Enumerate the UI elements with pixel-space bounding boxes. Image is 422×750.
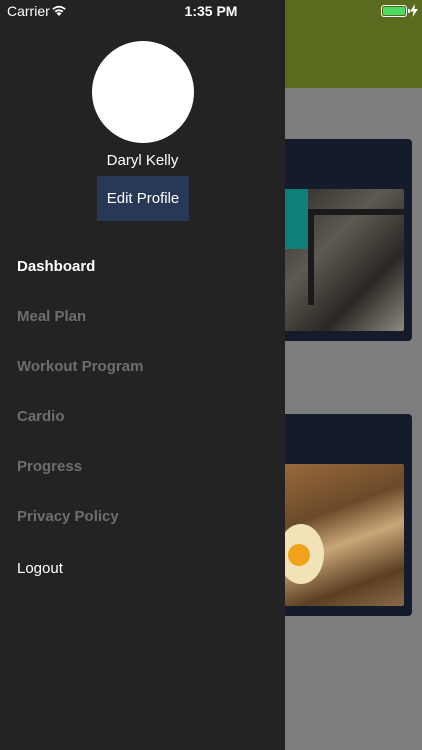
status-bar: Carrier 1:35 PM — [0, 0, 422, 22]
menu-item-progress[interactable]: Progress — [17, 458, 82, 475]
status-time: 1:35 PM — [184, 3, 238, 19]
menu-item-dashboard[interactable]: Dashboard — [17, 258, 95, 275]
menu-item-workout-program[interactable]: Workout Program — [17, 358, 143, 375]
avatar[interactable] — [92, 41, 194, 143]
edit-profile-button[interactable]: Edit Profile — [97, 176, 189, 221]
food-image — [278, 464, 404, 606]
battery-level — [383, 7, 405, 15]
side-drawer: Daryl Kelly Edit Profile Dashboard Meal … — [0, 0, 285, 750]
menu-item-meal-plan[interactable]: Meal Plan — [17, 308, 86, 325]
logout-button[interactable]: Logout — [17, 560, 63, 577]
charging-bolt-icon — [410, 4, 418, 17]
user-name: Daryl Kelly — [106, 152, 179, 169]
background-meal-card[interactable] — [268, 414, 412, 616]
menu-item-privacy-policy[interactable]: Privacy Policy — [17, 508, 119, 525]
gym-image — [278, 189, 404, 331]
battery-icon — [381, 5, 410, 17]
background-workout-card[interactable] — [268, 139, 412, 341]
menu-item-cardio[interactable]: Cardio — [17, 408, 65, 425]
